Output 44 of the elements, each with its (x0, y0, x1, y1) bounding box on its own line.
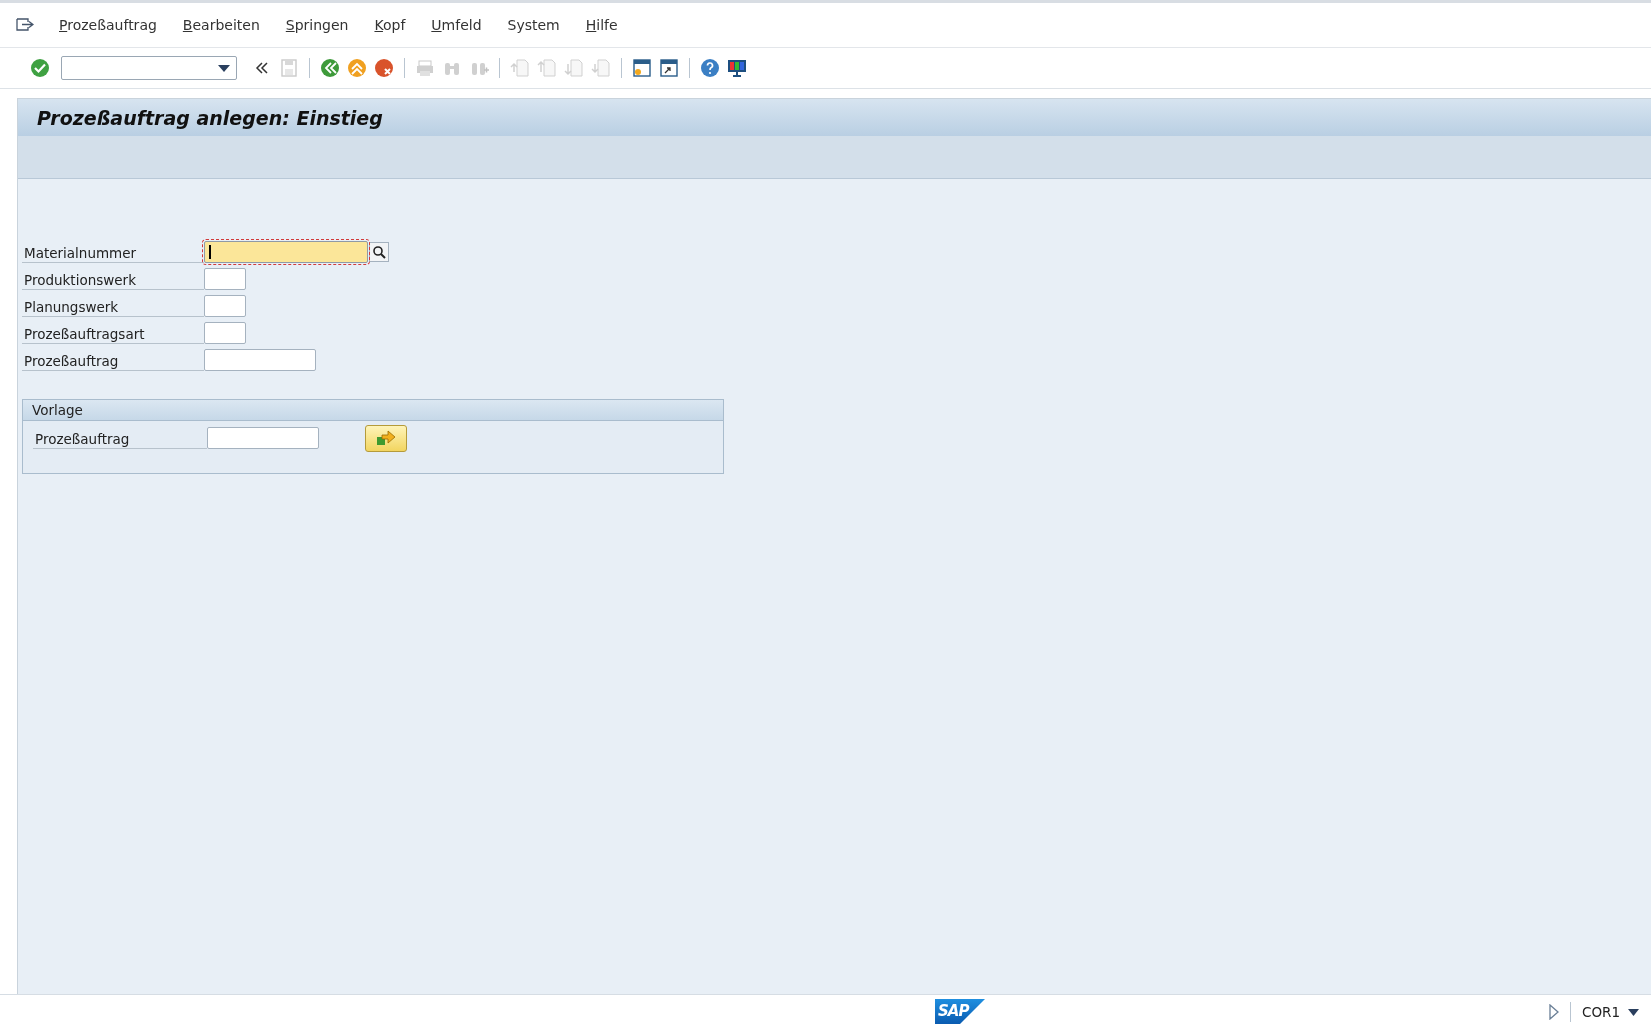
save-icon[interactable] (279, 58, 299, 78)
menu-item[interactable]: Bearbeiten (169, 17, 273, 33)
menu-item[interactable]: Kopf (361, 17, 419, 33)
last-page-icon[interactable] (591, 58, 611, 78)
first-page-icon[interactable] (510, 58, 530, 78)
field-label: Prozeßauftrag (33, 427, 207, 449)
monitor-icon[interactable] (727, 58, 747, 78)
screen-title: Prozeßauftrag anlegen: Einstieg (18, 99, 1651, 136)
next-page-icon[interactable] (564, 58, 584, 78)
menu-icon[interactable] (16, 18, 34, 32)
print-icon[interactable] (415, 58, 435, 78)
dropdown-icon[interactable] (1628, 1008, 1639, 1016)
menu-item[interactable]: Prozeßauftrag (46, 17, 170, 33)
previous-page-icon[interactable] (537, 58, 557, 78)
copy-button[interactable] (365, 424, 407, 452)
help-icon[interactable] (700, 58, 720, 78)
transaction-code: COR1 (1581, 1004, 1620, 1020)
search-icon (372, 245, 386, 259)
input-field[interactable] (204, 349, 316, 371)
field-label: Prozeßauftrag (22, 349, 204, 371)
field-label: Prozeßauftragsart (22, 322, 204, 344)
menu-item[interactable]: System (494, 17, 573, 33)
menu-item[interactable]: Umfeld (418, 17, 495, 33)
field-label: Produktionswerk (22, 268, 204, 290)
cancel-icon[interactable] (374, 58, 394, 78)
input-field[interactable] (204, 241, 368, 263)
group-title: Vorlage (23, 400, 723, 421)
input-field[interactable] (204, 295, 246, 317)
expand-arrow-icon[interactable] (1548, 1004, 1559, 1020)
dropdown-icon[interactable] (218, 64, 230, 72)
input-field[interactable] (207, 427, 319, 449)
search-help-button[interactable] (369, 242, 389, 262)
input-field[interactable] (204, 322, 246, 344)
input-field[interactable] (204, 268, 246, 290)
shortcut-icon[interactable] (659, 58, 679, 78)
arrow-icon (376, 430, 396, 446)
menu-item[interactable]: Hilfe (572, 17, 631, 33)
sap-logo: SAP (935, 999, 985, 1024)
command-field[interactable] (61, 56, 237, 80)
back-icon[interactable] (320, 58, 340, 78)
check-icon[interactable] (30, 58, 50, 78)
field-label: Planungswerk (22, 295, 204, 317)
menu-item[interactable]: Springen (272, 17, 362, 33)
new-window-icon[interactable] (632, 58, 652, 78)
